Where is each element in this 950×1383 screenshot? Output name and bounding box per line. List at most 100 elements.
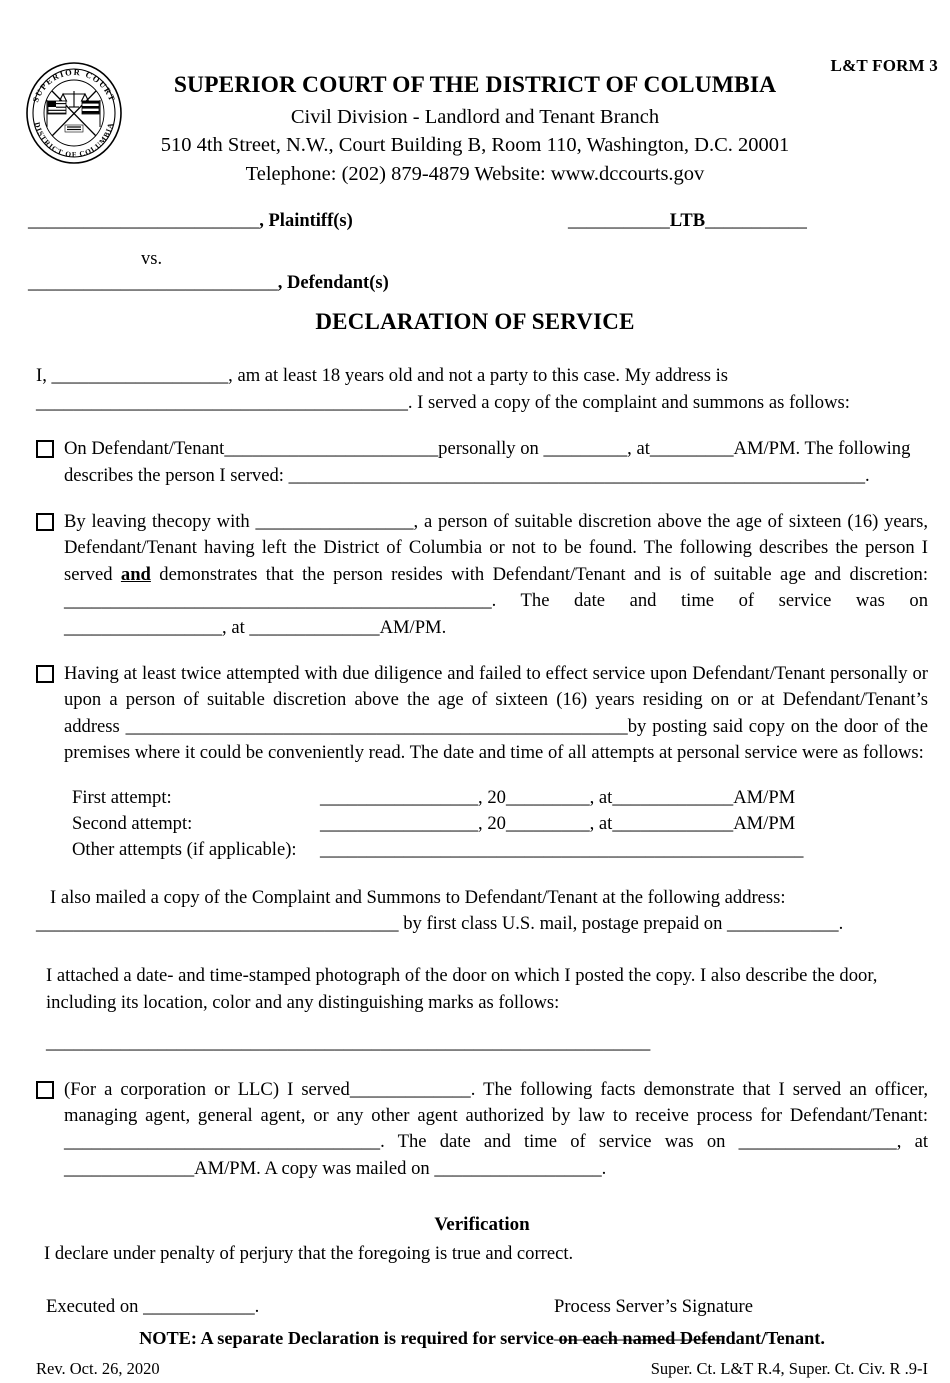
personal-service-date-blank[interactable]: _________	[543, 438, 627, 459]
rule-citation: Super. Ct. L&T R.4, Super. Ct. Civ. R .9…	[650, 1359, 928, 1379]
corporation-text-e: , at	[896, 1131, 928, 1153]
plaintiff-blank[interactable]: _________________________	[28, 211, 259, 231]
defendant-blank[interactable]: ___________________________	[28, 273, 278, 293]
personal-service-describe-blank[interactable]: ________________________________________…	[289, 465, 865, 486]
other-attempts-label: Other attempts (if applicable):	[72, 838, 297, 860]
mailing-text-c: .	[838, 913, 844, 935]
corporation-text-a: (For a corporation or LLC)	[64, 1078, 280, 1100]
corporation-text-d: . The date and time of service was on	[380, 1131, 739, 1153]
photograph-text-a: I attached a date- and time-stamped phot…	[46, 965, 808, 987]
corporation-time-blank[interactable]: ______________	[64, 1158, 194, 1179]
intro-text-b: , am at least 18 years old and not a par…	[228, 365, 728, 387]
checkbox-item-personal-service[interactable]: On Defendant/Tenant_____________________…	[36, 436, 928, 489]
personal-service-text-c: , at	[627, 438, 650, 460]
case-caption: _________________________, Plaintiff(s) …	[0, 211, 950, 303]
executed-on-blank[interactable]: ____________	[143, 1296, 255, 1317]
court-title: SUPERIOR COURT OF THE DISTRICT OF COLUMB…	[173, 72, 777, 98]
substituted-text-e: . The date and time of service was on	[491, 590, 928, 612]
process-server-signature-blank[interactable]: __________________	[554, 1322, 721, 1343]
substituted-emphasis-and: and	[120, 563, 151, 585]
corporation-text-b: I served	[279, 1078, 350, 1100]
document-title: DECLARATION OF SERVICE	[315, 309, 635, 335]
corporation-mailed-blank[interactable]: __________________	[434, 1158, 601, 1179]
corporation-date-blank[interactable]: _________________	[739, 1131, 897, 1152]
corporation-text-f: AM/PM. A copy was mailed on	[194, 1157, 435, 1179]
substituted-date-blank[interactable]: _________________	[64, 617, 222, 638]
substituted-person-blank[interactable]: _________________	[256, 511, 414, 532]
substituted-text-b: copy with	[174, 511, 256, 533]
checkbox-substituted-service-icon[interactable]	[36, 513, 54, 532]
case-number-line: ___________LTB___________	[568, 211, 807, 232]
corporation-served-blank[interactable]: _____________	[350, 1079, 471, 1100]
attempt-row: Second attempt: _________________, 20 ____…	[72, 811, 928, 837]
photograph-paragraph: I attached a date- and time-stamped phot…	[46, 963, 928, 1056]
checkbox-item-substituted-service[interactable]: By leaving thecopy with ________________…	[36, 509, 928, 641]
verification-heading: Verification	[434, 1214, 530, 1236]
posting-address-blank[interactable]: ________________________________________…	[126, 716, 628, 737]
plaintiff-line: _________________________, Plaintiff(s)	[28, 211, 353, 232]
versus-label: vs.	[141, 249, 163, 270]
attempts-list: First attempt: _________________, 20 _____…	[72, 785, 928, 863]
checkbox-item-corporation-service[interactable]: (For a corporation or LLC) I served_____…	[36, 1077, 928, 1183]
process-server-signature-field: Process Server’s Signature _____________…	[554, 1294, 928, 1347]
second-attempt-date-blank[interactable]: _________________	[320, 811, 478, 837]
first-attempt-time-blank[interactable]: _____________	[612, 785, 733, 811]
first-attempt-ampm: AM/PM	[733, 786, 796, 808]
personal-service-defendant-blank[interactable]: _______________________	[224, 438, 438, 459]
second-attempt-year-blank[interactable]: _________	[506, 811, 590, 837]
attempt-row: First attempt: _________________, 20 _____…	[72, 785, 928, 811]
court-contact: Telephone: (202) 879-4879 Website: www.d…	[245, 162, 705, 185]
personal-service-text-a: On Defendant/Tenant	[64, 438, 225, 460]
case-number-suffix-blank[interactable]: ___________	[705, 211, 807, 231]
form-number-label: L&T FORM 3	[830, 56, 938, 75]
form-page: L&T FORM 3 SUPERIOR COURT DISTRICT OF CO…	[0, 0, 950, 1378]
intro-paragraph: I, ___________________, am at least 18 y…	[36, 363, 928, 416]
case-number-prefix-blank[interactable]: ___________	[568, 211, 670, 231]
court-header: SUPERIOR COURT OF THE DISTRICT OF COLUMB…	[0, 0, 950, 187]
second-attempt-ampm: AM/PM	[733, 812, 796, 834]
signature-row: Executed on ____________. Process Server…	[36, 1294, 928, 1343]
defendant-label: , Defendant(s)	[277, 273, 389, 294]
intro-text-c: . I served a copy of the complaint and s…	[407, 391, 850, 413]
court-seal-icon: SUPERIOR COURT DISTRICT OF COLUMBIA	[22, 57, 126, 169]
mailing-text-a: I also mailed a copy of the Complaint an…	[50, 886, 786, 908]
process-server-signature-label: Process Server’s Signature	[554, 1295, 753, 1317]
checkbox-personal-service-icon[interactable]	[36, 440, 54, 459]
server-name-blank[interactable]: ___________________	[52, 365, 229, 386]
mailing-address-blank[interactable]: _______________________________________	[36, 913, 399, 934]
executed-on-label: Executed on	[46, 1295, 144, 1317]
intro-text-a: I,	[36, 365, 52, 387]
checkbox-corporation-service-icon[interactable]	[36, 1080, 54, 1099]
second-attempt-at: , at	[589, 812, 613, 834]
first-attempt-at: , at	[589, 786, 613, 808]
court-division: Civil Division - Landlord and Tenant Bra…	[290, 105, 660, 128]
substituted-time-blank[interactable]: ______________	[249, 617, 379, 638]
substituted-describe-blank[interactable]: ________________________________________…	[64, 590, 492, 611]
first-attempt-year-prefix: , 20	[478, 786, 506, 808]
other-attempts-blank[interactable]: ________________________________________…	[320, 837, 803, 863]
server-address-blank[interactable]: ________________________________________	[36, 392, 408, 413]
executed-on-field: Executed on ____________.	[46, 1294, 259, 1320]
substituted-text-d: demonstrates that the person resides wit…	[150, 563, 928, 585]
first-attempt-date-blank[interactable]: _________________	[320, 785, 478, 811]
second-attempt-time-blank[interactable]: _____________	[612, 811, 733, 837]
executed-on-end: .	[254, 1295, 260, 1317]
photograph-description-blank[interactable]: ________________________________________…	[46, 1030, 928, 1056]
personal-service-time-blank[interactable]: _________	[650, 438, 734, 459]
checkbox-posting-service-icon[interactable]	[36, 664, 54, 683]
mailing-paragraph: I also mailed a copy of the Complaint an…	[36, 885, 928, 938]
personal-service-text-e: .	[865, 464, 870, 486]
attempt-row: Other attempts (if applicable): _________…	[72, 837, 928, 863]
plaintiff-label: , Plaintiff(s)	[259, 211, 353, 232]
revision-date: Rev. Oct. 26, 2020	[36, 1359, 160, 1379]
court-address: 510 4th Street, N.W., Court Building B, …	[160, 134, 790, 157]
mailing-date-blank[interactable]: ____________	[727, 913, 839, 934]
corporation-text-g: .	[601, 1157, 607, 1179]
substituted-text-f: , at	[222, 616, 250, 638]
form-footer: Rev. Oct. 26, 2020 Super. Ct. L&T R.4, S…	[36, 1357, 928, 1383]
first-attempt-year-blank[interactable]: _________	[506, 785, 590, 811]
second-attempt-year-prefix: , 20	[478, 812, 506, 834]
corporation-facts-blank[interactable]: __________________________________	[64, 1131, 380, 1152]
checkbox-item-posting-service[interactable]: Having at least twice attempted with due…	[36, 661, 928, 767]
second-attempt-label: Second attempt:	[72, 812, 193, 834]
